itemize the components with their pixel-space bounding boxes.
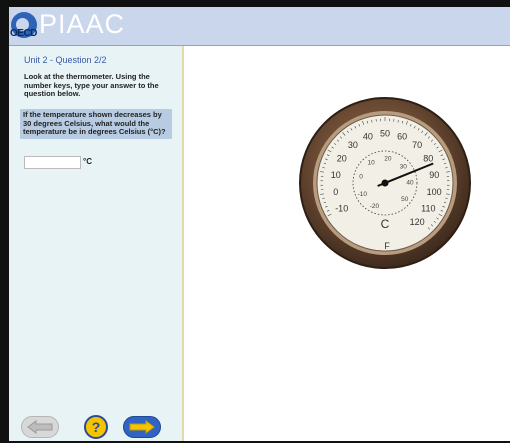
logo-oecd-text: OECD: [10, 28, 37, 39]
unit-label: Unit 2 - Question 2/2: [24, 55, 107, 65]
help-question-icon: ?: [91, 419, 101, 435]
question-panel: Unit 2 - Question 2/2 Look at the thermo…: [9, 46, 184, 443]
help-button[interactable]: ?: [84, 415, 108, 439]
instructions-text: Look at the thermometer. Using the numbe…: [24, 72, 159, 99]
back-button[interactable]: [21, 416, 59, 438]
arrow-right-icon: [129, 420, 155, 434]
question-text: If the temperature shown decreases by 30…: [20, 109, 172, 139]
logo-piaac-text: PIAAC: [39, 9, 126, 39]
next-button[interactable]: [123, 416, 161, 438]
answer-input[interactable]: [24, 156, 81, 169]
piaac-logo: OECD PIAAC: [9, 9, 124, 43]
header-bar: OECD PIAAC: [9, 7, 510, 46]
answer-unit-label: °C: [83, 157, 92, 166]
arrow-left-icon: [27, 420, 53, 434]
